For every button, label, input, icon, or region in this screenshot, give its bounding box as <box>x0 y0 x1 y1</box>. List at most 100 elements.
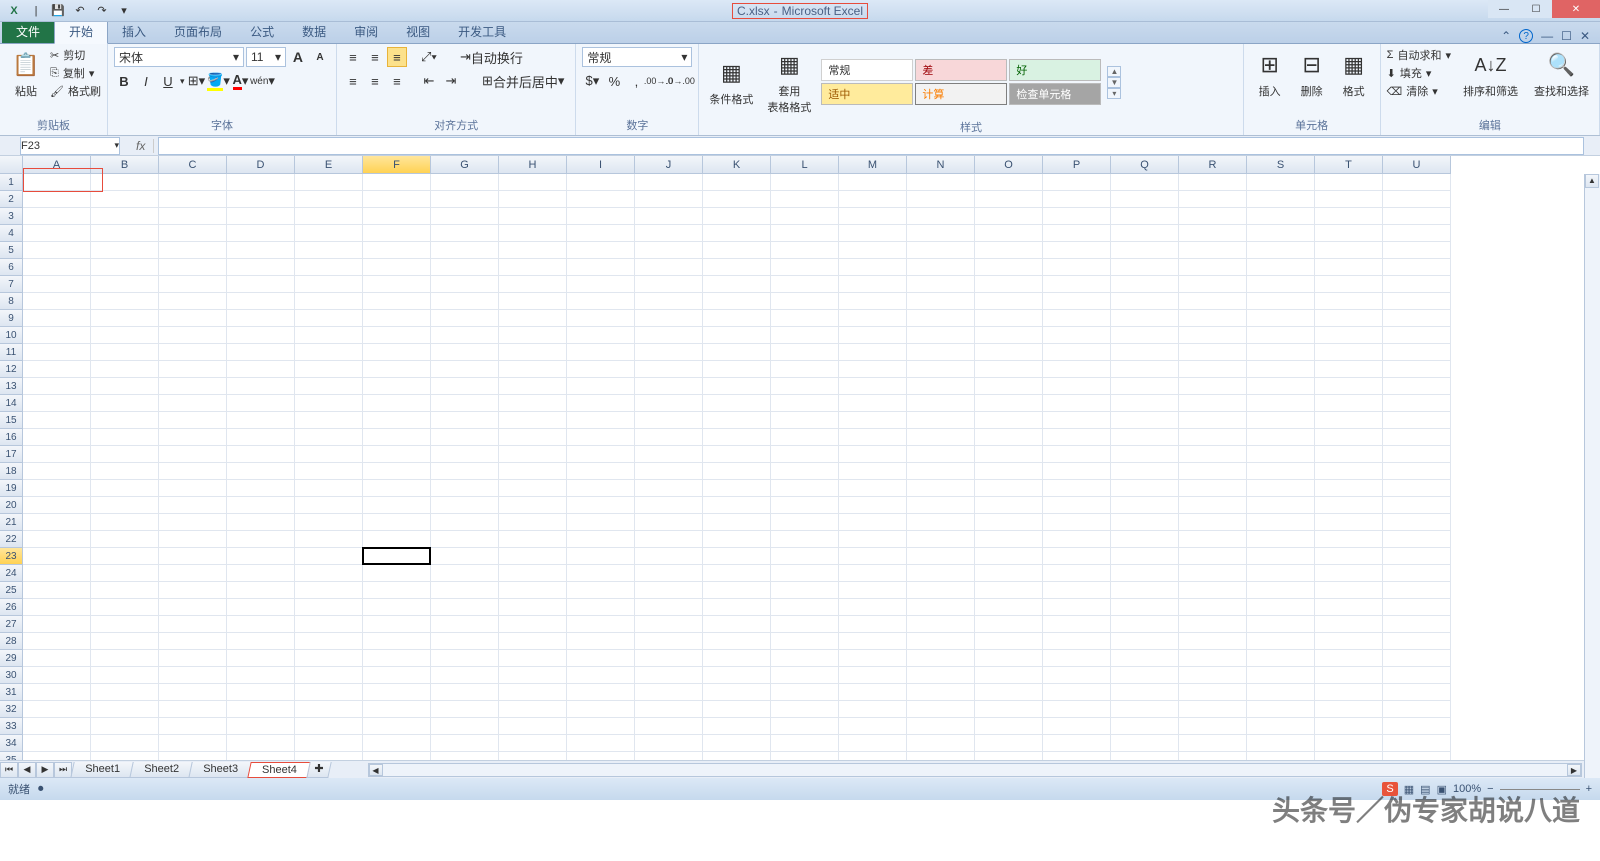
cell-B5[interactable] <box>91 242 159 259</box>
cell-O26[interactable] <box>975 599 1043 616</box>
zoom-out-button[interactable]: − <box>1487 783 1493 795</box>
cell-S21[interactable] <box>1247 514 1315 531</box>
cell-R24[interactable] <box>1179 565 1247 582</box>
cell-O28[interactable] <box>975 633 1043 650</box>
cell-J35[interactable] <box>635 752 703 760</box>
cell-E28[interactable] <box>295 633 363 650</box>
cell-N15[interactable] <box>907 412 975 429</box>
cell-I18[interactable] <box>567 463 635 480</box>
cell-C22[interactable] <box>159 531 227 548</box>
cell-C10[interactable] <box>159 327 227 344</box>
cell-F14[interactable] <box>363 395 431 412</box>
cell-C26[interactable] <box>159 599 227 616</box>
cell-C15[interactable] <box>159 412 227 429</box>
cell-Q28[interactable] <box>1111 633 1179 650</box>
cell-I1[interactable] <box>567 174 635 191</box>
cell-G12[interactable] <box>431 361 499 378</box>
cell-C6[interactable] <box>159 259 227 276</box>
row-header-20[interactable]: 20 <box>0 497 23 514</box>
cell-O8[interactable] <box>975 293 1043 310</box>
cell-F32[interactable] <box>363 701 431 718</box>
cell-D17[interactable] <box>227 446 295 463</box>
cell-P13[interactable] <box>1043 378 1111 395</box>
cell-E18[interactable] <box>295 463 363 480</box>
sheet-tab-3[interactable]: Sheet3 <box>188 762 252 778</box>
cell-M22[interactable] <box>839 531 907 548</box>
cell-S7[interactable] <box>1247 276 1315 293</box>
cell-C18[interactable] <box>159 463 227 480</box>
percent-button[interactable]: % <box>604 71 624 91</box>
cell-G8[interactable] <box>431 293 499 310</box>
tab-view[interactable]: 视图 <box>392 20 444 43</box>
cell-S23[interactable] <box>1247 548 1315 565</box>
cell-P2[interactable] <box>1043 191 1111 208</box>
cell-S16[interactable] <box>1247 429 1315 446</box>
cell-O31[interactable] <box>975 684 1043 701</box>
cell-U26[interactable] <box>1383 599 1451 616</box>
cell-G29[interactable] <box>431 650 499 667</box>
cell-S1[interactable] <box>1247 174 1315 191</box>
cell-Q5[interactable] <box>1111 242 1179 259</box>
cell-E5[interactable] <box>295 242 363 259</box>
cell-A4[interactable] <box>23 225 91 242</box>
cell-J28[interactable] <box>635 633 703 650</box>
cell-M12[interactable] <box>839 361 907 378</box>
cell-L8[interactable] <box>771 293 839 310</box>
cell-K18[interactable] <box>703 463 771 480</box>
cell-L20[interactable] <box>771 497 839 514</box>
cell-Q31[interactable] <box>1111 684 1179 701</box>
cell-I34[interactable] <box>567 735 635 752</box>
cell-A35[interactable] <box>23 752 91 760</box>
cell-A23[interactable] <box>23 548 91 565</box>
row-header-26[interactable]: 26 <box>0 599 23 616</box>
column-header-F[interactable]: F <box>363 156 431 174</box>
cell-R6[interactable] <box>1179 259 1247 276</box>
cell-K34[interactable] <box>703 735 771 752</box>
cell-A30[interactable] <box>23 667 91 684</box>
cell-S27[interactable] <box>1247 616 1315 633</box>
cell-A3[interactable] <box>23 208 91 225</box>
row-header-2[interactable]: 2 <box>0 191 23 208</box>
cell-D29[interactable] <box>227 650 295 667</box>
style-bad[interactable]: 差 <box>915 59 1007 81</box>
cell-O15[interactable] <box>975 412 1043 429</box>
cell-K5[interactable] <box>703 242 771 259</box>
cell-L6[interactable] <box>771 259 839 276</box>
column-header-H[interactable]: H <box>499 156 567 174</box>
cell-T15[interactable] <box>1315 412 1383 429</box>
cell-U6[interactable] <box>1383 259 1451 276</box>
cell-D24[interactable] <box>227 565 295 582</box>
cell-N21[interactable] <box>907 514 975 531</box>
cell-K32[interactable] <box>703 701 771 718</box>
cell-C19[interactable] <box>159 480 227 497</box>
cell-Q10[interactable] <box>1111 327 1179 344</box>
cell-S10[interactable] <box>1247 327 1315 344</box>
cell-U24[interactable] <box>1383 565 1451 582</box>
cell-L27[interactable] <box>771 616 839 633</box>
cell-C17[interactable] <box>159 446 227 463</box>
ribbon-minimize-button[interactable]: ⌃ <box>1501 29 1511 43</box>
cell-J20[interactable] <box>635 497 703 514</box>
cell-U15[interactable] <box>1383 412 1451 429</box>
row-header-16[interactable]: 16 <box>0 429 23 446</box>
cell-K4[interactable] <box>703 225 771 242</box>
align-bottom-button[interactable]: ≡ <box>387 47 407 67</box>
column-header-C[interactable]: C <box>159 156 227 174</box>
cell-S20[interactable] <box>1247 497 1315 514</box>
cell-A27[interactable] <box>23 616 91 633</box>
cell-B22[interactable] <box>91 531 159 548</box>
cell-R9[interactable] <box>1179 310 1247 327</box>
cell-C30[interactable] <box>159 667 227 684</box>
cell-N25[interactable] <box>907 582 975 599</box>
cell-L2[interactable] <box>771 191 839 208</box>
cell-T14[interactable] <box>1315 395 1383 412</box>
cell-Q33[interactable] <box>1111 718 1179 735</box>
column-header-N[interactable]: N <box>907 156 975 174</box>
format-cells-button[interactable]: ▦格式 <box>1334 47 1374 101</box>
cell-G3[interactable] <box>431 208 499 225</box>
cell-P26[interactable] <box>1043 599 1111 616</box>
cell-J29[interactable] <box>635 650 703 667</box>
cell-J26[interactable] <box>635 599 703 616</box>
cell-U16[interactable] <box>1383 429 1451 446</box>
cell-J14[interactable] <box>635 395 703 412</box>
